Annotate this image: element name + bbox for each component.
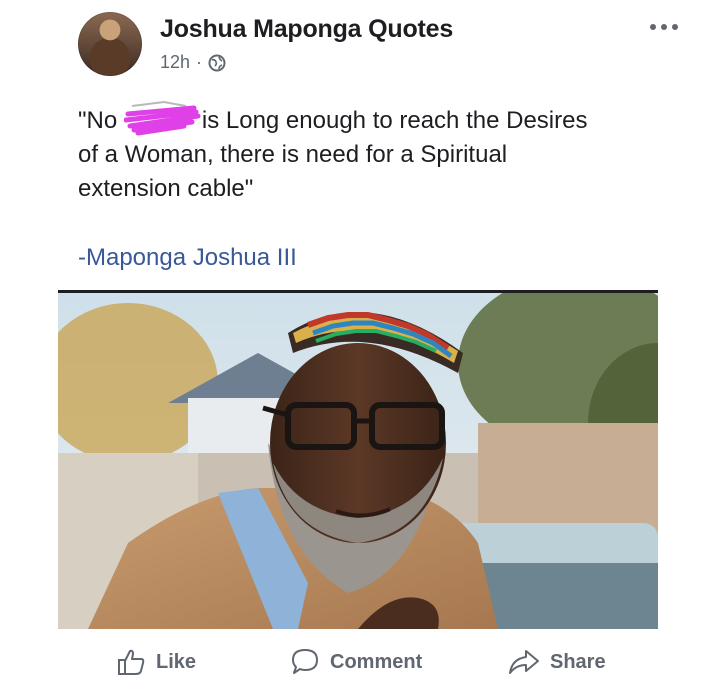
post-photo[interactable] xyxy=(58,290,658,629)
post-timestamp[interactable]: 12h xyxy=(160,52,190,73)
comment-button[interactable]: Comment xyxy=(290,642,422,682)
meta-separator: · xyxy=(196,52,203,72)
quote-line-2: of a Woman, there is need for a Spiritua… xyxy=(78,141,508,168)
author-avatar[interactable] xyxy=(78,12,142,76)
censor-scribble xyxy=(123,100,202,136)
globe-icon xyxy=(208,54,226,72)
like-label: Like xyxy=(156,650,197,673)
quote-line-3: extension cable" xyxy=(78,175,254,202)
more-options-icon[interactable] xyxy=(644,22,678,32)
like-button[interactable]: Like xyxy=(116,642,196,682)
quote-attribution: -Maponga Joshua III xyxy=(78,244,297,271)
share-label: Share xyxy=(550,650,606,673)
quote-line-1: "No is Long enough to reach the Desires xyxy=(78,100,678,138)
post-text: "No is Long enough to reach the Desires … xyxy=(78,100,678,206)
post-actions: Like Comment Share xyxy=(0,642,720,682)
comment-label: Comment xyxy=(330,650,423,673)
comment-bubble-icon xyxy=(290,647,320,677)
share-button[interactable]: Share xyxy=(508,642,606,682)
quote-start: "No xyxy=(78,107,124,134)
thumbs-up-icon xyxy=(116,647,146,677)
share-arrow-icon xyxy=(508,647,540,677)
quote-line-1-rest: is Long enough to reach the Desires xyxy=(201,107,588,134)
author-name[interactable]: Joshua Maponga Quotes xyxy=(160,15,453,44)
post-header: Joshua Maponga Quotes 12h · xyxy=(78,12,678,82)
post-meta: 12h · xyxy=(160,52,226,73)
